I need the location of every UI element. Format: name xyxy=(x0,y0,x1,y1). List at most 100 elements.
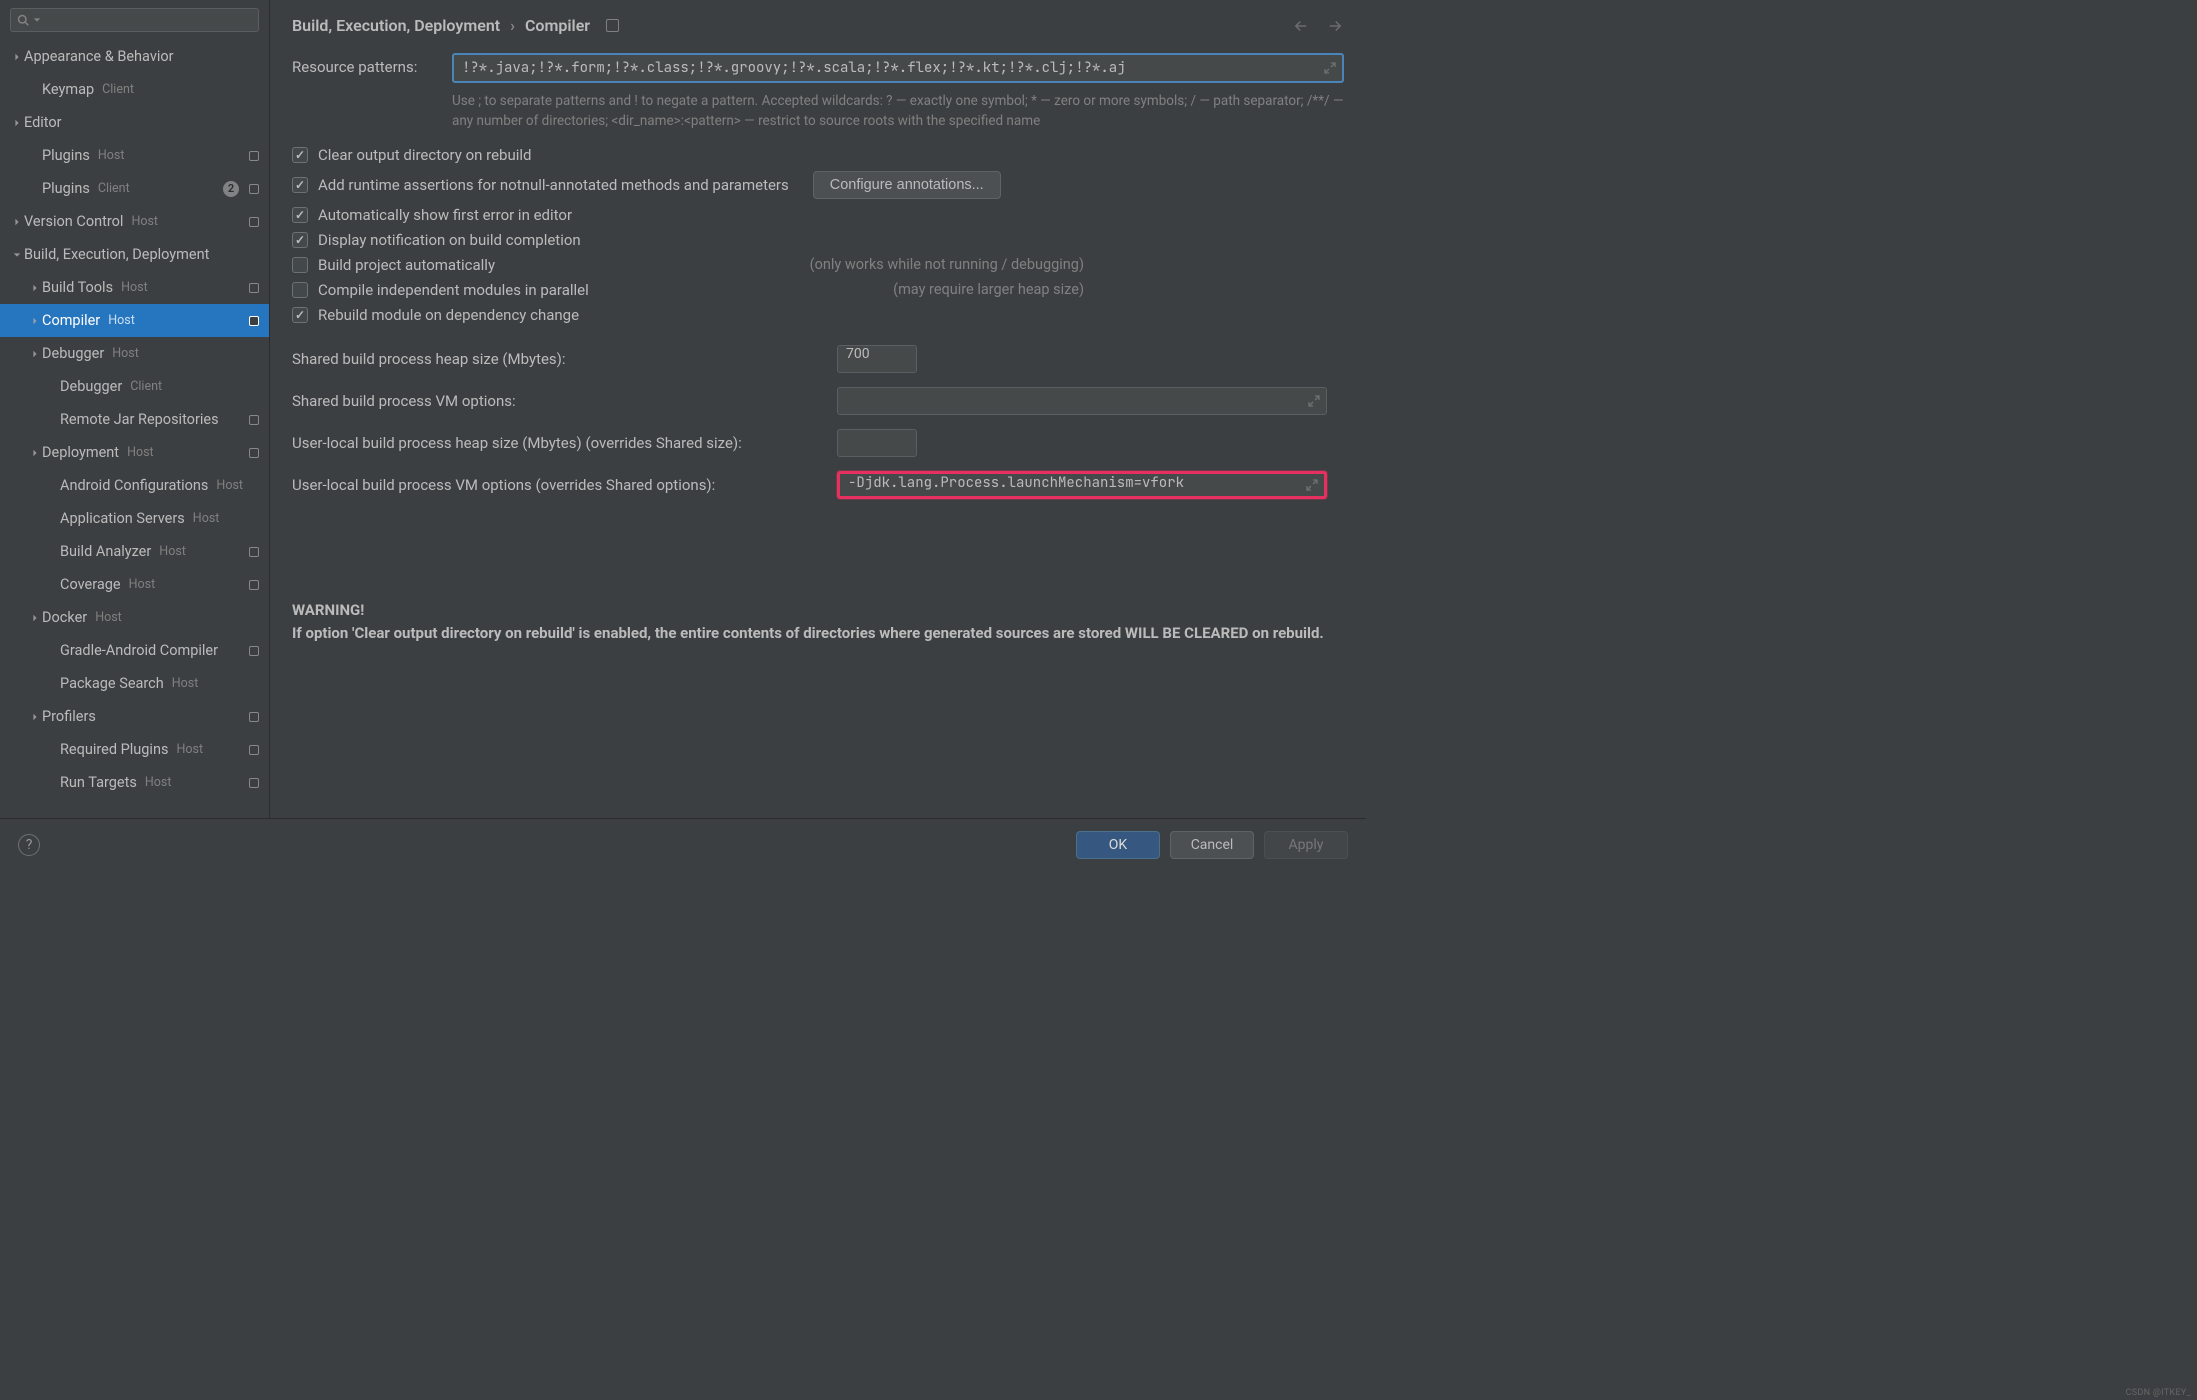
breadcrumb-root[interactable]: Build, Execution, Deployment xyxy=(292,16,500,35)
sidebar-item-label: Build, Execution, Deployment xyxy=(24,246,209,263)
sidebar-item-tag: Host xyxy=(108,313,135,328)
checkbox-label: Add runtime assertions for notnull-annot… xyxy=(318,176,789,194)
sidebar-item-label: Build Tools xyxy=(42,279,113,296)
checkbox-note: (only works while not running / debuggin… xyxy=(810,256,1344,273)
sidebar-item-tag: Host xyxy=(145,775,172,790)
sidebar-item-debugger[interactable]: Debugger Host xyxy=(0,337,269,370)
checkbox-label: Rebuild module on dependency change xyxy=(318,306,579,324)
checkbox[interactable] xyxy=(292,257,308,273)
sidebar-item-android-configurations[interactable]: Android Configurations Host xyxy=(0,469,269,502)
sidebar-item-tag: Host xyxy=(112,346,139,361)
checkbox[interactable] xyxy=(292,282,308,298)
chevron-icon xyxy=(46,677,60,691)
sidebar-item-tag: Host xyxy=(121,280,148,295)
warning-body: If option 'Clear output directory on reb… xyxy=(292,622,1344,645)
sidebar-item-docker[interactable]: DockerHost xyxy=(0,601,269,634)
sidebar-item-remote-jar-repositories[interactable]: Remote Jar Repositories xyxy=(0,403,269,436)
sidebar-item-build-tools[interactable]: Build Tools Host xyxy=(0,271,269,304)
sidebar-item-tag: Host xyxy=(172,676,199,691)
nav-back-icon[interactable] xyxy=(1292,17,1310,35)
checkbox-label: Clear output directory on rebuild xyxy=(318,146,532,164)
settings-tree[interactable]: Appearance & BehaviorKeymapClientEditorP… xyxy=(0,40,269,818)
chevron-icon xyxy=(28,314,42,328)
sidebar-item-plugins[interactable]: PluginsHost xyxy=(0,139,269,172)
nav-forward-icon[interactable] xyxy=(1326,17,1344,35)
reset-icon[interactable] xyxy=(606,19,619,32)
modified-icon xyxy=(249,547,259,557)
sidebar-item-profilers[interactable]: Profilers xyxy=(0,700,269,733)
sidebar-item-label: Appearance & Behavior xyxy=(24,48,174,65)
sidebar-item-required-plugins[interactable]: Required PluginsHost xyxy=(0,733,269,766)
modified-icon xyxy=(249,646,259,656)
modified-icon xyxy=(249,184,259,194)
sidebar-item-compiler[interactable]: CompilerHost xyxy=(0,304,269,337)
expand-icon[interactable] xyxy=(1306,479,1318,491)
expand-icon[interactable] xyxy=(1324,62,1336,74)
field-input[interactable] xyxy=(837,387,1327,415)
checkbox[interactable] xyxy=(292,147,308,163)
sidebar-item-label: Debugger xyxy=(42,345,104,362)
sidebar-item-package-search[interactable]: Package SearchHost xyxy=(0,667,269,700)
ok-button[interactable]: OK xyxy=(1076,831,1160,859)
modified-icon xyxy=(249,283,259,293)
chevron-icon xyxy=(10,116,24,130)
sidebar-item-build-analyzer[interactable]: Build AnalyzerHost xyxy=(0,535,269,568)
field-input[interactable]: -Djdk.lang.Process.launchMechanism=vfork xyxy=(837,471,1327,499)
resource-patterns-input[interactable]: !?*.java;!?*.form;!?*.class;!?*.groovy;!… xyxy=(452,53,1344,83)
cancel-button[interactable]: Cancel xyxy=(1170,831,1254,859)
sidebar-item-build-execution-deployment[interactable]: Build, Execution, Deployment xyxy=(0,238,269,271)
search-input[interactable] xyxy=(10,8,259,32)
sidebar-item-tag: Client xyxy=(130,379,162,394)
sidebar-item-label: Coverage xyxy=(60,576,121,593)
sidebar-item-version-control[interactable]: Version ControlHost xyxy=(0,205,269,238)
breadcrumb-leaf: Compiler xyxy=(525,16,590,35)
checkbox-row: Compile independent modules in parallel(… xyxy=(292,281,1344,299)
modified-icon xyxy=(249,316,259,326)
sidebar-item-label: Version Control xyxy=(24,213,123,230)
chevron-icon xyxy=(28,281,42,295)
help-button[interactable]: ? xyxy=(18,834,40,856)
checkbox[interactable] xyxy=(292,207,308,223)
sidebar-item-label: Android Configurations xyxy=(60,477,208,494)
chevron-icon xyxy=(46,776,60,790)
checkbox-label: Automatically show first error in editor xyxy=(318,206,572,224)
field-row: User-local build process heap size (Mbyt… xyxy=(292,429,1344,457)
chevron-icon xyxy=(28,611,42,625)
warning-title: WARNING! xyxy=(292,599,1344,622)
field-input[interactable]: 700 xyxy=(837,345,917,373)
sidebar-item-appearance-behavior[interactable]: Appearance & Behavior xyxy=(0,40,269,73)
checkbox[interactable] xyxy=(292,232,308,248)
field-input[interactable] xyxy=(837,429,917,457)
sidebar-item-application-servers[interactable]: Application ServersHost xyxy=(0,502,269,535)
sidebar-item-tag: Host xyxy=(127,445,154,460)
field-value: 700 xyxy=(846,346,870,362)
modified-icon xyxy=(249,745,259,755)
sidebar-item-deployment[interactable]: DeploymentHost xyxy=(0,436,269,469)
sidebar-item-label: Debugger xyxy=(60,378,122,395)
apply-button[interactable]: Apply xyxy=(1264,831,1348,859)
sidebar-item-label: Run Targets xyxy=(60,774,137,791)
configure-annotations-button[interactable]: Configure annotations... xyxy=(813,171,1001,199)
expand-icon[interactable] xyxy=(1308,395,1320,407)
sidebar-item-keymap[interactable]: KeymapClient xyxy=(0,73,269,106)
sidebar-item-editor[interactable]: Editor xyxy=(0,106,269,139)
sidebar-item-run-targets[interactable]: Run Targets Host xyxy=(0,766,269,799)
sidebar-item-debugger[interactable]: Debugger Client xyxy=(0,370,269,403)
sidebar-item-plugins[interactable]: PluginsClient2 xyxy=(0,172,269,205)
checkbox-row: Automatically show first error in editor xyxy=(292,206,1344,224)
sidebar-item-label: Profilers xyxy=(42,708,96,725)
breadcrumb-separator: › xyxy=(510,16,515,35)
sidebar-item-label: Remote Jar Repositories xyxy=(60,411,219,428)
chevron-icon xyxy=(46,380,60,394)
checkbox[interactable] xyxy=(292,177,308,193)
search-icon xyxy=(17,14,29,26)
sidebar-item-tag: Host xyxy=(216,478,243,493)
field-label: User-local build process heap size (Mbyt… xyxy=(292,434,837,452)
sidebar-item-tag: Client xyxy=(102,82,134,97)
modified-icon xyxy=(249,712,259,722)
chevron-icon xyxy=(46,578,60,592)
breadcrumb: Build, Execution, Deployment › Compiler xyxy=(292,16,619,35)
checkbox[interactable] xyxy=(292,307,308,323)
sidebar-item-gradle-android-compiler[interactable]: Gradle-Android Compiler xyxy=(0,634,269,667)
sidebar-item-coverage[interactable]: CoverageHost xyxy=(0,568,269,601)
